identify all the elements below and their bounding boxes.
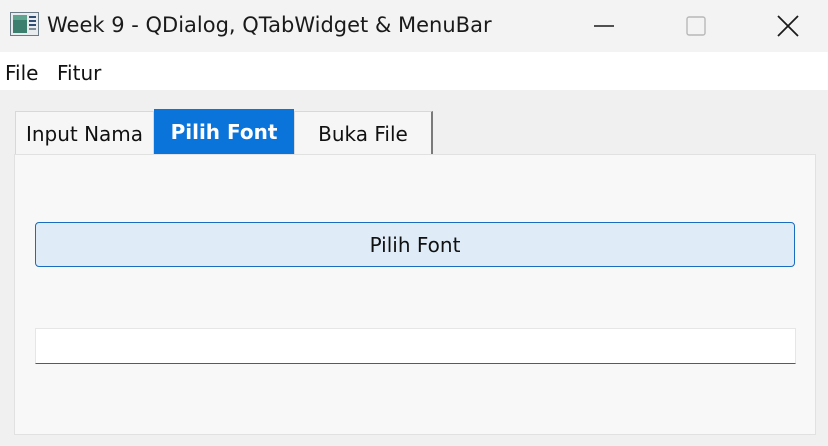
tab-pilih-font[interactable]: Pilih Font	[154, 109, 294, 154]
close-button[interactable]	[742, 0, 828, 52]
minimize-button[interactable]	[558, 0, 650, 52]
app-icon	[10, 12, 39, 36]
menu-bar: File Fitur	[0, 52, 828, 90]
pilih-font-button[interactable]: Pilih Font	[35, 222, 795, 267]
menu-file[interactable]: File	[5, 60, 38, 86]
tab-label: Buka File	[318, 121, 408, 146]
tab-content-panel: Pilih Font	[14, 154, 816, 435]
close-icon	[777, 15, 799, 37]
minimize-icon	[594, 25, 614, 27]
main-window: Week 9 - QDialog, QTabWidget & MenuBar F…	[0, 0, 828, 446]
title-bar[interactable]: Week 9 - QDialog, QTabWidget & MenuBar	[0, 0, 828, 52]
font-result-field[interactable]	[35, 328, 796, 364]
window-title: Week 9 - QDialog, QTabWidget & MenuBar	[47, 13, 492, 37]
menu-fitur[interactable]: Fitur	[57, 60, 101, 86]
tab-label: Pilih Font	[170, 119, 278, 144]
tab-label: Input Nama	[25, 121, 144, 146]
tab-input-nama[interactable]: Input Nama	[15, 111, 154, 155]
maximize-icon	[686, 16, 706, 36]
maximize-button[interactable]	[650, 0, 742, 52]
tab-buka-file[interactable]: Buka File	[294, 111, 433, 155]
